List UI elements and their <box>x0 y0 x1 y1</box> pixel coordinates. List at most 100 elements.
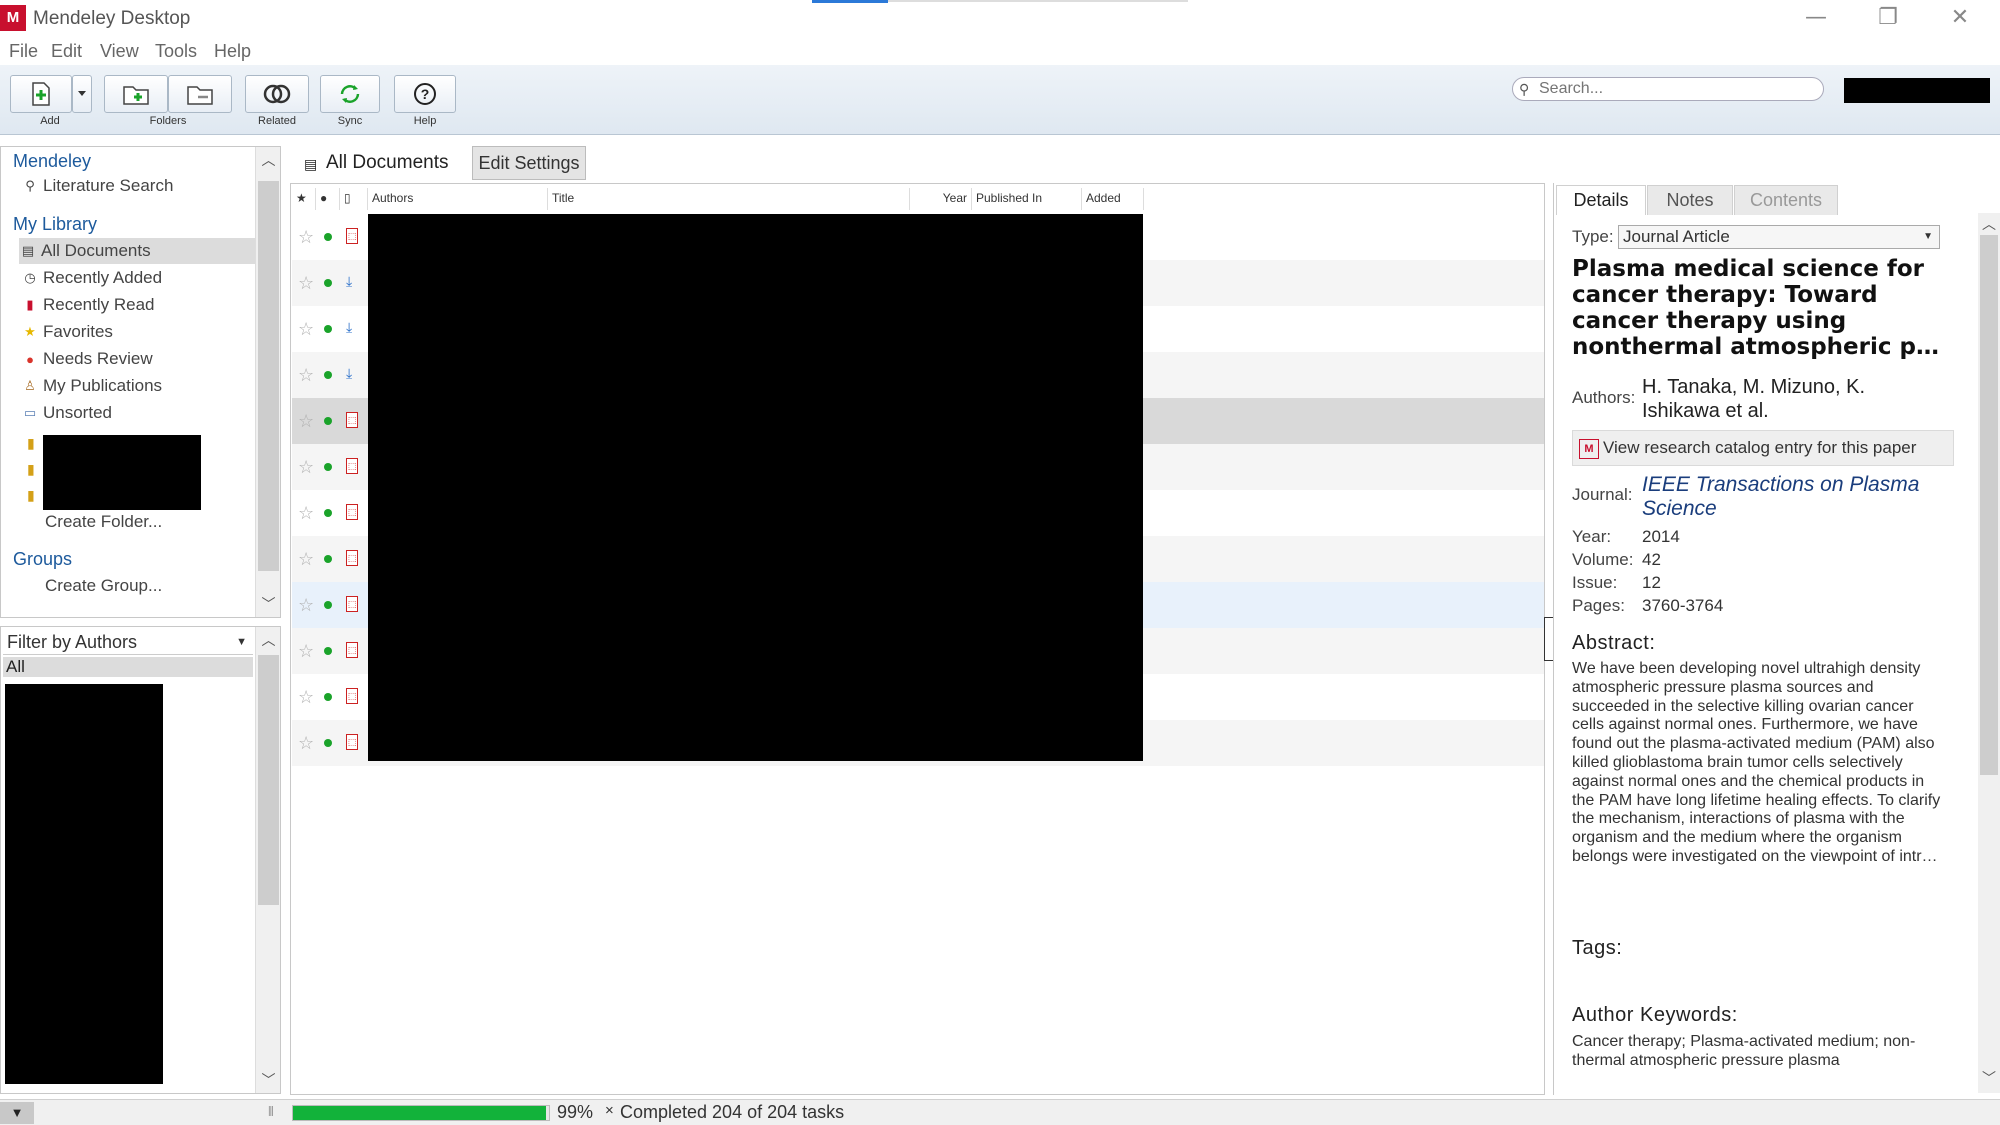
sync-button[interactable] <box>320 75 380 113</box>
year-value[interactable]: 2014 <box>1642 527 1680 547</box>
favorite-star-icon[interactable]: ☆ <box>298 595 314 616</box>
file-column-header[interactable]: ▯ <box>340 188 368 210</box>
sidebar-item-all-documents[interactable]: ▤ All Documents <box>19 238 255 264</box>
filter-scrollbar[interactable]: ︿ ﹀ <box>255 627 280 1093</box>
tab-details[interactable]: Details <box>1556 185 1646 215</box>
year-column-header[interactable]: Year <box>910 188 972 210</box>
scroll-down-icon[interactable]: ﹀ <box>256 1069 281 1091</box>
pdf-file-icon[interactable]: ⬚ <box>346 504 358 520</box>
scrollbar-thumb[interactable] <box>258 181 279 571</box>
add-dropdown-button[interactable] <box>72 75 92 113</box>
authors-value[interactable]: H. Tanaka, M. Mizuno, K. Ishikawa et al. <box>1642 375 1942 423</box>
favorite-column-header[interactable]: ★ <box>292 188 316 210</box>
grip-handle-icon[interactable]: ⦀ <box>268 1104 274 1120</box>
favorite-star-icon[interactable]: ☆ <box>298 319 314 340</box>
authors-column-header[interactable]: Authors <box>368 188 548 210</box>
read-status-dot-icon[interactable] <box>324 233 332 241</box>
favorite-star-icon[interactable]: ☆ <box>298 273 314 294</box>
read-status-column-header[interactable]: ● <box>316 188 340 210</box>
read-status-dot-icon[interactable] <box>324 371 332 379</box>
close-button[interactable]: ✕ <box>1940 3 1980 33</box>
menu-edit[interactable]: Edit <box>51 41 82 62</box>
scrollbar-thumb[interactable] <box>1980 235 1998 775</box>
search-box[interactable]: ⚲ <box>1512 77 1824 101</box>
sidebar-item-unsorted[interactable]: ▭ Unsorted <box>21 400 253 426</box>
filter-toggle-button[interactable]: ▼ <box>0 1102 34 1124</box>
sidebar-item-my-publications[interactable]: ♙ My Publications <box>21 373 253 399</box>
new-folder-button[interactable] <box>104 75 168 113</box>
read-status-dot-icon[interactable] <box>324 463 332 471</box>
tab-contents[interactable]: Contents <box>1734 185 1838 215</box>
author-keywords-value[interactable]: Cancer therapy; Plasma-activated medium;… <box>1572 1032 1952 1070</box>
type-select[interactable]: Journal Article ▼ <box>1618 225 1940 249</box>
published-in-column-header[interactable]: Published In <box>972 188 1082 210</box>
favorite-star-icon[interactable]: ☆ <box>298 365 314 386</box>
read-status-dot-icon[interactable] <box>324 693 332 701</box>
favorite-star-icon[interactable]: ☆ <box>298 227 314 248</box>
related-button[interactable] <box>245 75 309 113</box>
read-status-dot-icon[interactable] <box>324 279 332 287</box>
pdf-file-icon[interactable]: ⬚ <box>346 550 358 566</box>
add-button[interactable] <box>10 75 72 113</box>
read-status-dot-icon[interactable] <box>324 509 332 517</box>
minimize-button[interactable]: — <box>1796 3 1836 33</box>
cancel-task-button[interactable]: × <box>605 1102 614 1119</box>
folders-redacted[interactable] <box>43 435 201 510</box>
pdf-file-icon[interactable]: ⬚ <box>346 228 358 244</box>
filter-all-item[interactable]: All <box>3 657 253 677</box>
favorite-star-icon[interactable]: ☆ <box>298 503 314 524</box>
remove-folder-button[interactable] <box>168 75 232 113</box>
document-details-redacted[interactable] <box>368 214 1143 761</box>
create-folder-link[interactable]: Create Folder... <box>45 509 277 535</box>
pdf-file-icon[interactable]: ⬚ <box>346 734 358 750</box>
view-catalog-entry-button[interactable]: M View research catalog entry for this pa… <box>1572 430 1954 466</box>
tab-notes[interactable]: Notes <box>1647 185 1733 215</box>
create-group-link[interactable]: Create Group... <box>45 573 277 599</box>
author-list-redacted[interactable] <box>5 684 163 1084</box>
sidebar-scrollbar[interactable]: ︿ ﹀ <box>255 147 280 617</box>
title-column-header[interactable]: Title <box>548 188 910 210</box>
sidebar-item-needs-review[interactable]: ● Needs Review <box>21 346 253 372</box>
details-scrollbar[interactable]: ︿ ﹀ <box>1978 213 2000 1093</box>
search-input[interactable] <box>1539 80 1809 98</box>
read-status-dot-icon[interactable] <box>324 601 332 609</box>
sidebar-item-recently-read[interactable]: ▮ Recently Read <box>21 292 253 318</box>
pages-value[interactable]: 3760-3764 <box>1642 596 1723 616</box>
favorite-star-icon[interactable]: ☆ <box>298 641 314 662</box>
pdf-file-icon[interactable]: ⬚ <box>346 458 358 474</box>
download-icon[interactable]: ⤓ <box>346 273 352 290</box>
issue-value[interactable]: 12 <box>1642 573 1661 593</box>
scroll-up-icon[interactable]: ︿ <box>1978 213 2000 235</box>
download-icon[interactable]: ⤓ <box>346 319 352 336</box>
edit-settings-button[interactable]: Edit Settings <box>472 146 586 180</box>
pdf-file-icon[interactable]: ⬚ <box>346 688 358 704</box>
read-status-dot-icon[interactable] <box>324 647 332 655</box>
menu-tools[interactable]: Tools <box>155 41 197 62</box>
read-status-dot-icon[interactable] <box>324 325 332 333</box>
menu-help[interactable]: Help <box>214 41 251 62</box>
paper-title[interactable]: Plasma medical science for cancer therap… <box>1572 256 1942 360</box>
sidebar-item-recently-added[interactable]: ◷ Recently Added <box>21 265 253 291</box>
scroll-down-icon[interactable]: ﹀ <box>256 593 281 615</box>
favorite-star-icon[interactable]: ☆ <box>298 457 314 478</box>
pdf-file-icon[interactable]: ⬚ <box>346 596 358 612</box>
account-redacted[interactable] <box>1844 78 1990 103</box>
filter-by-select[interactable]: Filter by Authors ▼ <box>3 629 253 655</box>
added-column-header[interactable]: Added <box>1082 188 1144 210</box>
scroll-up-icon[interactable]: ︿ <box>256 149 281 171</box>
read-status-dot-icon[interactable] <box>324 739 332 747</box>
favorite-star-icon[interactable]: ☆ <box>298 549 314 570</box>
journal-value[interactable]: IEEE Transactions on Plasma Science <box>1642 473 1942 521</box>
pdf-file-icon[interactable]: ⬚ <box>346 412 358 428</box>
download-icon[interactable]: ⤓ <box>346 365 352 382</box>
favorite-star-icon[interactable]: ☆ <box>298 733 314 754</box>
pdf-file-icon[interactable]: ⬚ <box>346 642 358 658</box>
sidebar-item-literature-search[interactable]: ⚲ Literature Search <box>21 173 253 199</box>
scrollbar-thumb[interactable] <box>258 655 279 905</box>
scroll-down-icon[interactable]: ﹀ <box>1978 1067 2000 1089</box>
read-status-dot-icon[interactable] <box>324 555 332 563</box>
scroll-up-icon[interactable]: ︿ <box>256 629 281 651</box>
favorite-star-icon[interactable]: ☆ <box>298 687 314 708</box>
help-button[interactable]: ? <box>394 75 456 113</box>
favorite-star-icon[interactable]: ☆ <box>298 411 314 432</box>
